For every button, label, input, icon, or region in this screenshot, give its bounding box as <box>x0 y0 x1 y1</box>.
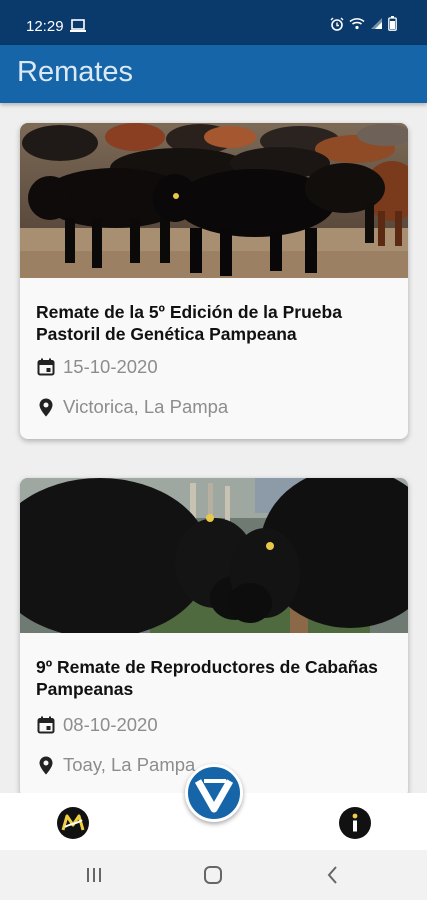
card-location: Toay, La Pampa <box>63 754 196 775</box>
card-image-cattle-herd <box>20 123 408 278</box>
location-pin-icon <box>36 755 56 775</box>
alarm-icon <box>330 17 344 36</box>
info-icon[interactable] <box>338 806 372 840</box>
calendar-icon <box>36 715 56 735</box>
card-date: 08-10-2020 <box>63 714 158 735</box>
card-title: 9º Remate de Reproductores de Cabañas Pa… <box>36 657 378 699</box>
v-logo-icon[interactable] <box>185 764 243 822</box>
signal-icon <box>370 17 383 35</box>
recent-apps-icon[interactable] <box>81 863 107 887</box>
card-location: Victorica, La Pampa <box>63 396 229 417</box>
location-row: Toay, La Pampa <box>36 754 195 776</box>
back-icon[interactable] <box>320 863 346 887</box>
card-image-bulls <box>20 478 408 633</box>
m-logo-icon[interactable] <box>56 806 90 840</box>
card-title: Remate de la 5º Edición de la Prueba Pas… <box>36 302 342 344</box>
status-time: 12:29 <box>26 18 64 35</box>
remates-list[interactable]: Remate de la 5º Edición de la Prueba Pas… <box>0 103 427 793</box>
status-icons <box>330 16 397 36</box>
app-bar: Remates <box>0 45 427 103</box>
date-row: 08-10-2020 <box>36 714 158 736</box>
card-date: 15-10-2020 <box>63 356 158 377</box>
location-pin-icon <box>36 397 56 417</box>
remate-card[interactable]: Remate de la 5º Edición de la Prueba Pas… <box>20 123 408 439</box>
wifi-icon <box>349 17 365 35</box>
system-nav-bar <box>0 850 427 900</box>
status-bar: 12:29 <box>0 0 427 45</box>
home-icon[interactable] <box>200 863 226 887</box>
page-title: Remates <box>17 56 134 88</box>
location-row: Victorica, La Pampa <box>36 396 228 418</box>
date-row: 15-10-2020 <box>36 356 158 378</box>
battery-icon <box>388 16 397 36</box>
calendar-icon <box>36 357 56 377</box>
laptop-icon <box>70 19 86 33</box>
remate-card[interactable]: 9º Remate de Reproductores de Cabañas Pa… <box>20 478 408 793</box>
